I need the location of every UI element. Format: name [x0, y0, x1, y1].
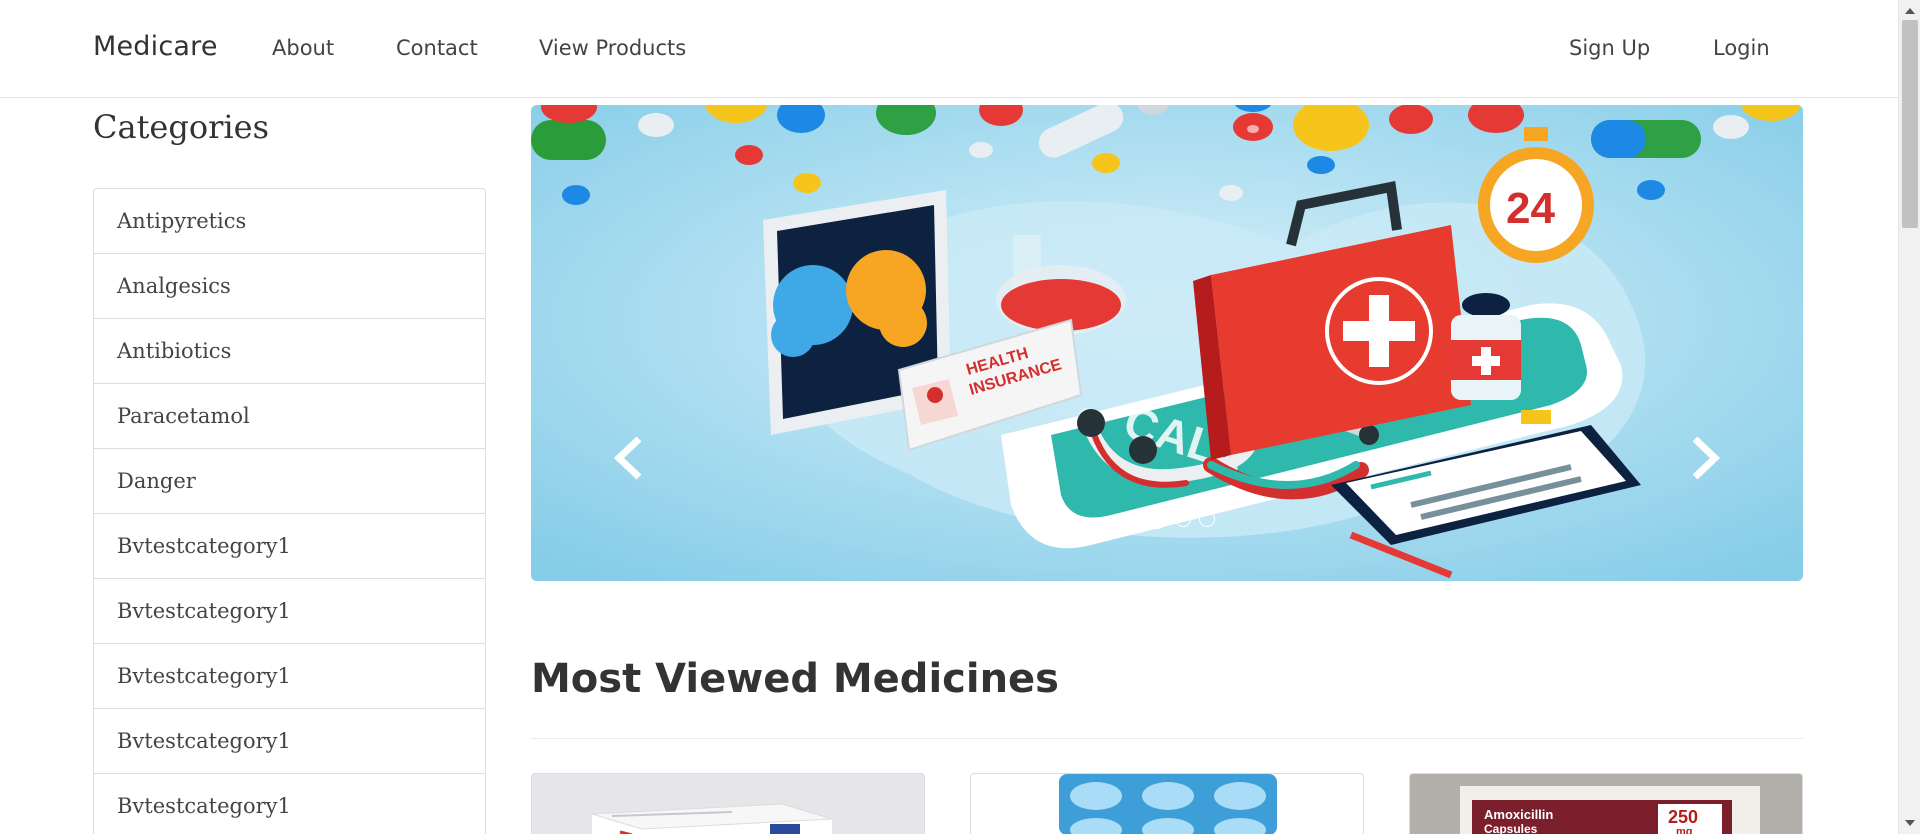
product-image [1410, 774, 1802, 834]
product-dose-unit: mg [1676, 826, 1693, 834]
categories-list: Antipyretics Analgesics Antibiotics Para… [93, 188, 486, 834]
section-divider [531, 738, 1803, 739]
vertical-scrollbar[interactable] [1898, 0, 1920, 834]
category-item[interactable]: Analgesics [94, 254, 485, 319]
top-navbar: Medicare About Contact View Products Sig… [0, 0, 1898, 98]
product-card[interactable]: Amoxicillin Capsules 250 mg [1409, 773, 1803, 834]
svg-text:24: 24 [1506, 184, 1555, 233]
brand-logo[interactable]: Medicare [93, 31, 218, 62]
product-card[interactable] [970, 773, 1364, 834]
category-item[interactable]: Bvtestcategory1 [94, 774, 485, 834]
carousel-indicator[interactable] [1123, 511, 1139, 527]
category-item[interactable]: Bvtestcategory1 [94, 709, 485, 774]
carousel-indicator-active[interactable] [1147, 509, 1167, 529]
scroll-down-arrow-icon[interactable] [1905, 820, 1915, 826]
carousel-prev-button[interactable] [609, 433, 649, 483]
chevron-left-icon [613, 436, 642, 480]
nav-view-products-link[interactable]: View Products [539, 36, 686, 60]
product-card[interactable] [531, 773, 925, 834]
product-sublabel: Capsules [1484, 822, 1538, 834]
nav-login-link[interactable]: Login [1713, 36, 1770, 60]
nav-signup-link[interactable]: Sign Up [1569, 36, 1650, 60]
chevron-right-icon [1692, 436, 1721, 480]
product-dose: 250 [1668, 807, 1699, 827]
category-item[interactable]: Bvtestcategory1 [94, 514, 485, 579]
category-item[interactable]: Bvtestcategory1 [94, 579, 485, 644]
category-item[interactable]: Danger [94, 449, 485, 514]
hero-carousel: HEALTH INSURANCE CALL 24 [531, 105, 1803, 581]
product-label: Amoxicillin [1484, 807, 1554, 822]
product-image [591, 803, 833, 834]
category-item[interactable]: Antibiotics [94, 319, 485, 384]
category-item[interactable]: Antipyretics [94, 189, 485, 254]
carousel-indicator[interactable] [1175, 511, 1191, 527]
category-item[interactable]: Bvtestcategory1 [94, 644, 485, 709]
nav-about-link[interactable]: About [272, 36, 334, 60]
scroll-up-arrow-icon[interactable] [1905, 8, 1915, 14]
category-item[interactable]: Paracetamol [94, 384, 485, 449]
scroll-thumb[interactable] [1902, 20, 1918, 228]
carousel-next-button[interactable] [1685, 433, 1725, 483]
carousel-indicators [1123, 509, 1215, 529]
categories-heading: Categories [93, 108, 269, 146]
product-image [1059, 774, 1277, 834]
most-viewed-heading: Most Viewed Medicines [531, 656, 1059, 702]
carousel-indicator[interactable] [1199, 511, 1215, 527]
nav-contact-link[interactable]: Contact [396, 36, 478, 60]
